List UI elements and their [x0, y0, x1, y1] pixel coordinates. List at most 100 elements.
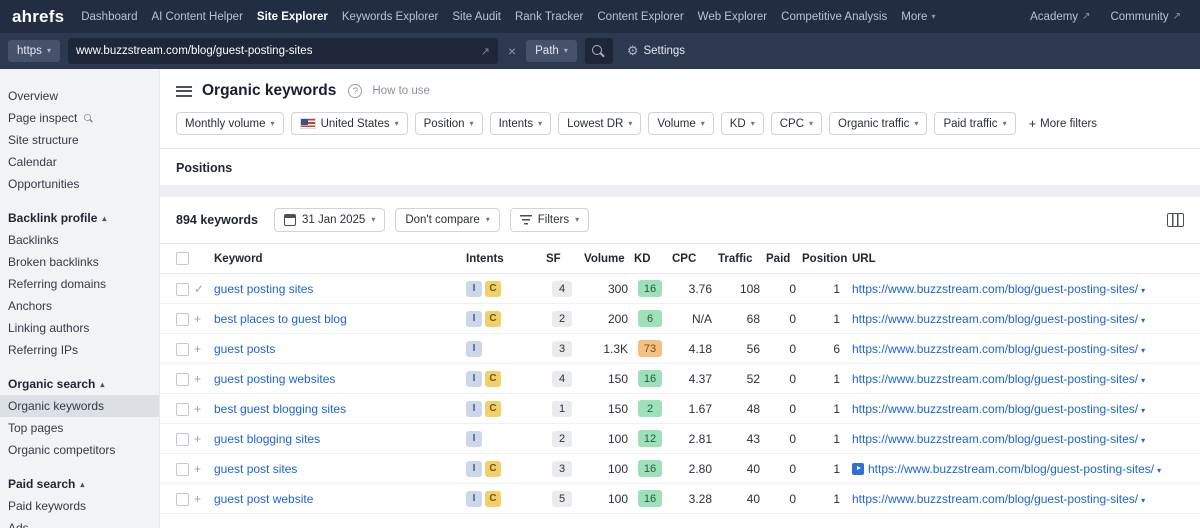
row-checkbox[interactable] [176, 282, 189, 296]
sidebar-item[interactable]: Linking authors [0, 317, 159, 339]
col-paid[interactable]: Paid [766, 243, 802, 274]
settings-button[interactable]: ⚙ Settings [627, 43, 685, 59]
filter-button[interactable]: CPC ▾ [770, 112, 823, 135]
col-url[interactable]: URL [846, 243, 1200, 274]
keyword-link[interactable]: best places to guest blog [214, 312, 347, 326]
filter-button[interactable]: Monthly volume ▾ [176, 112, 284, 135]
col-keyword[interactable]: Keyword [214, 243, 466, 274]
protocol-selector[interactable]: https ▾ [8, 40, 60, 62]
topnav-item[interactable]: Keywords Explorer [335, 0, 446, 33]
filter-button[interactable]: Paid traffic ▾ [934, 112, 1016, 135]
sidebar-item[interactable]: Top pages [0, 417, 159, 439]
filter-button[interactable]: Intents ▾ [489, 112, 552, 135]
filter-button[interactable]: KD ▾ [720, 112, 764, 135]
url-link[interactable]: https://www.buzzstream.com/blog/guest-po… [852, 282, 1138, 296]
keyword-link[interactable]: guest posting sites [214, 282, 313, 296]
url-link[interactable]: https://www.buzzstream.com/blog/guest-po… [852, 402, 1138, 416]
topnav-item[interactable]: AI Content Helper [145, 0, 250, 33]
topnav-right-item[interactable]: Community ↗ [1103, 0, 1188, 33]
expand-icon[interactable]: + [194, 492, 201, 506]
topnav-item[interactable]: More ▾ [894, 0, 942, 33]
url-expand-caret-icon[interactable]: ▾ [1141, 316, 1145, 325]
mode-selector[interactable]: Path ▾ [526, 40, 577, 62]
url-expand-caret-icon[interactable]: ▾ [1141, 376, 1145, 385]
topnav-item[interactable]: Content Explorer [590, 0, 690, 33]
sidebar-item[interactable]: Site structure [0, 129, 159, 151]
topnav-item[interactable]: Site Audit [445, 0, 508, 33]
row-checkbox[interactable] [176, 432, 189, 446]
filter-button[interactable]: Organic traffic ▾ [829, 112, 928, 135]
date-picker-button[interactable]: 31 Jan 2025 ▾ [274, 208, 386, 232]
row-checkbox[interactable] [176, 312, 189, 326]
url-link[interactable]: https://www.buzzstream.com/blog/guest-po… [852, 342, 1138, 356]
keyword-link[interactable]: guest post sites [214, 462, 297, 476]
expand-icon[interactable]: + [194, 432, 201, 446]
select-all-checkbox[interactable] [176, 252, 189, 265]
col-sf[interactable]: SF [546, 243, 584, 274]
keyword-link[interactable]: guest posts [214, 342, 275, 356]
url-expand-caret-icon[interactable]: ▾ [1141, 406, 1145, 415]
sidebar-item[interactable]: Overview [0, 85, 159, 107]
col-position[interactable]: Position [802, 243, 847, 274]
url-expand-caret-icon[interactable]: ▾ [1141, 286, 1145, 295]
keyword-link[interactable]: guest blogging sites [214, 432, 320, 446]
col-cpc[interactable]: CPC [672, 243, 718, 274]
sidebar-item[interactable]: Organic competitors [0, 439, 159, 461]
sidebar-item[interactable]: Backlinks [0, 229, 159, 251]
filters-button[interactable]: Filters ▾ [509, 208, 590, 232]
topnav-item[interactable]: Site Explorer [250, 0, 335, 33]
topnav-item[interactable]: Rank Tracker [508, 0, 590, 33]
expand-icon[interactable]: + [194, 372, 201, 386]
col-intents[interactable]: Intents [466, 243, 546, 274]
row-checkbox[interactable] [176, 402, 189, 416]
sidebar-item[interactable]: Anchors [0, 295, 159, 317]
expand-icon[interactable]: + [194, 402, 201, 416]
col-kd[interactable]: KD [634, 243, 672, 274]
menu-icon[interactable] [176, 85, 192, 97]
topnav-item[interactable]: Competitive Analysis [774, 0, 894, 33]
row-checkbox[interactable] [176, 492, 189, 506]
sidebar-item[interactable]: Backlink profile ▴ [0, 207, 159, 229]
url-link[interactable]: https://www.buzzstream.com/blog/guest-po… [852, 432, 1138, 446]
open-url-icon[interactable]: ↗ [481, 45, 490, 58]
filter-button[interactable]: Volume ▾ [648, 112, 714, 135]
clear-url-icon[interactable]: × [506, 43, 518, 59]
row-checkbox[interactable] [176, 372, 189, 386]
url-expand-caret-icon[interactable]: ▾ [1141, 496, 1145, 505]
help-icon[interactable]: ? [348, 84, 363, 98]
sidebar-item[interactable]: Organic search ▴ [0, 373, 159, 395]
compare-selector[interactable]: Don't compare ▾ [395, 208, 500, 232]
ahrefs-logo[interactable]: ahrefs [12, 7, 64, 27]
sidebar-item[interactable]: Paid keywords [0, 495, 159, 517]
row-checkbox[interactable] [176, 462, 189, 476]
keyword-link[interactable]: guest posting websites [214, 372, 335, 386]
filter-button[interactable]: Lowest DR ▾ [558, 112, 642, 135]
expand-icon[interactable]: + [194, 312, 201, 326]
row-checkbox[interactable] [176, 342, 189, 356]
topnav-item[interactable]: Dashboard [74, 0, 144, 33]
search-button[interactable] [584, 38, 613, 64]
how-to-use-link[interactable]: How to use [372, 85, 430, 97]
url-link[interactable]: https://www.buzzstream.com/blog/guest-po… [852, 312, 1138, 326]
keyword-link[interactable]: best guest blogging sites [214, 402, 346, 416]
sidebar-item[interactable]: Opportunities [0, 173, 159, 195]
col-traffic[interactable]: Traffic [718, 243, 766, 274]
sidebar-item[interactable]: Broken backlinks [0, 251, 159, 273]
filter-button[interactable]: United States ▾ [290, 112, 408, 135]
positions-tab[interactable]: Positions [160, 149, 1200, 185]
url-expand-caret-icon[interactable]: ▾ [1157, 466, 1161, 475]
sidebar-item[interactable]: Paid search ▴ [0, 473, 159, 495]
topnav-right-item[interactable]: Academy ↗ [1023, 0, 1097, 33]
url-expand-caret-icon[interactable]: ▾ [1141, 346, 1145, 355]
sidebar-item[interactable]: Referring domains [0, 273, 159, 295]
more-filters-button[interactable]: + More filters [1029, 117, 1097, 130]
url-expand-caret-icon[interactable]: ▾ [1141, 436, 1145, 445]
sidebar-item[interactable]: Referring IPs [0, 339, 159, 361]
url-input[interactable] [75, 45, 481, 57]
url-link[interactable]: https://www.buzzstream.com/blog/guest-po… [852, 372, 1138, 386]
keyword-link[interactable]: guest post website [214, 492, 313, 506]
sidebar-item[interactable]: Organic keywords [0, 395, 159, 417]
sidebar-item[interactable]: Calendar [0, 151, 159, 173]
columns-settings-icon[interactable] [1167, 213, 1184, 227]
filter-button[interactable]: Position ▾ [414, 112, 483, 135]
